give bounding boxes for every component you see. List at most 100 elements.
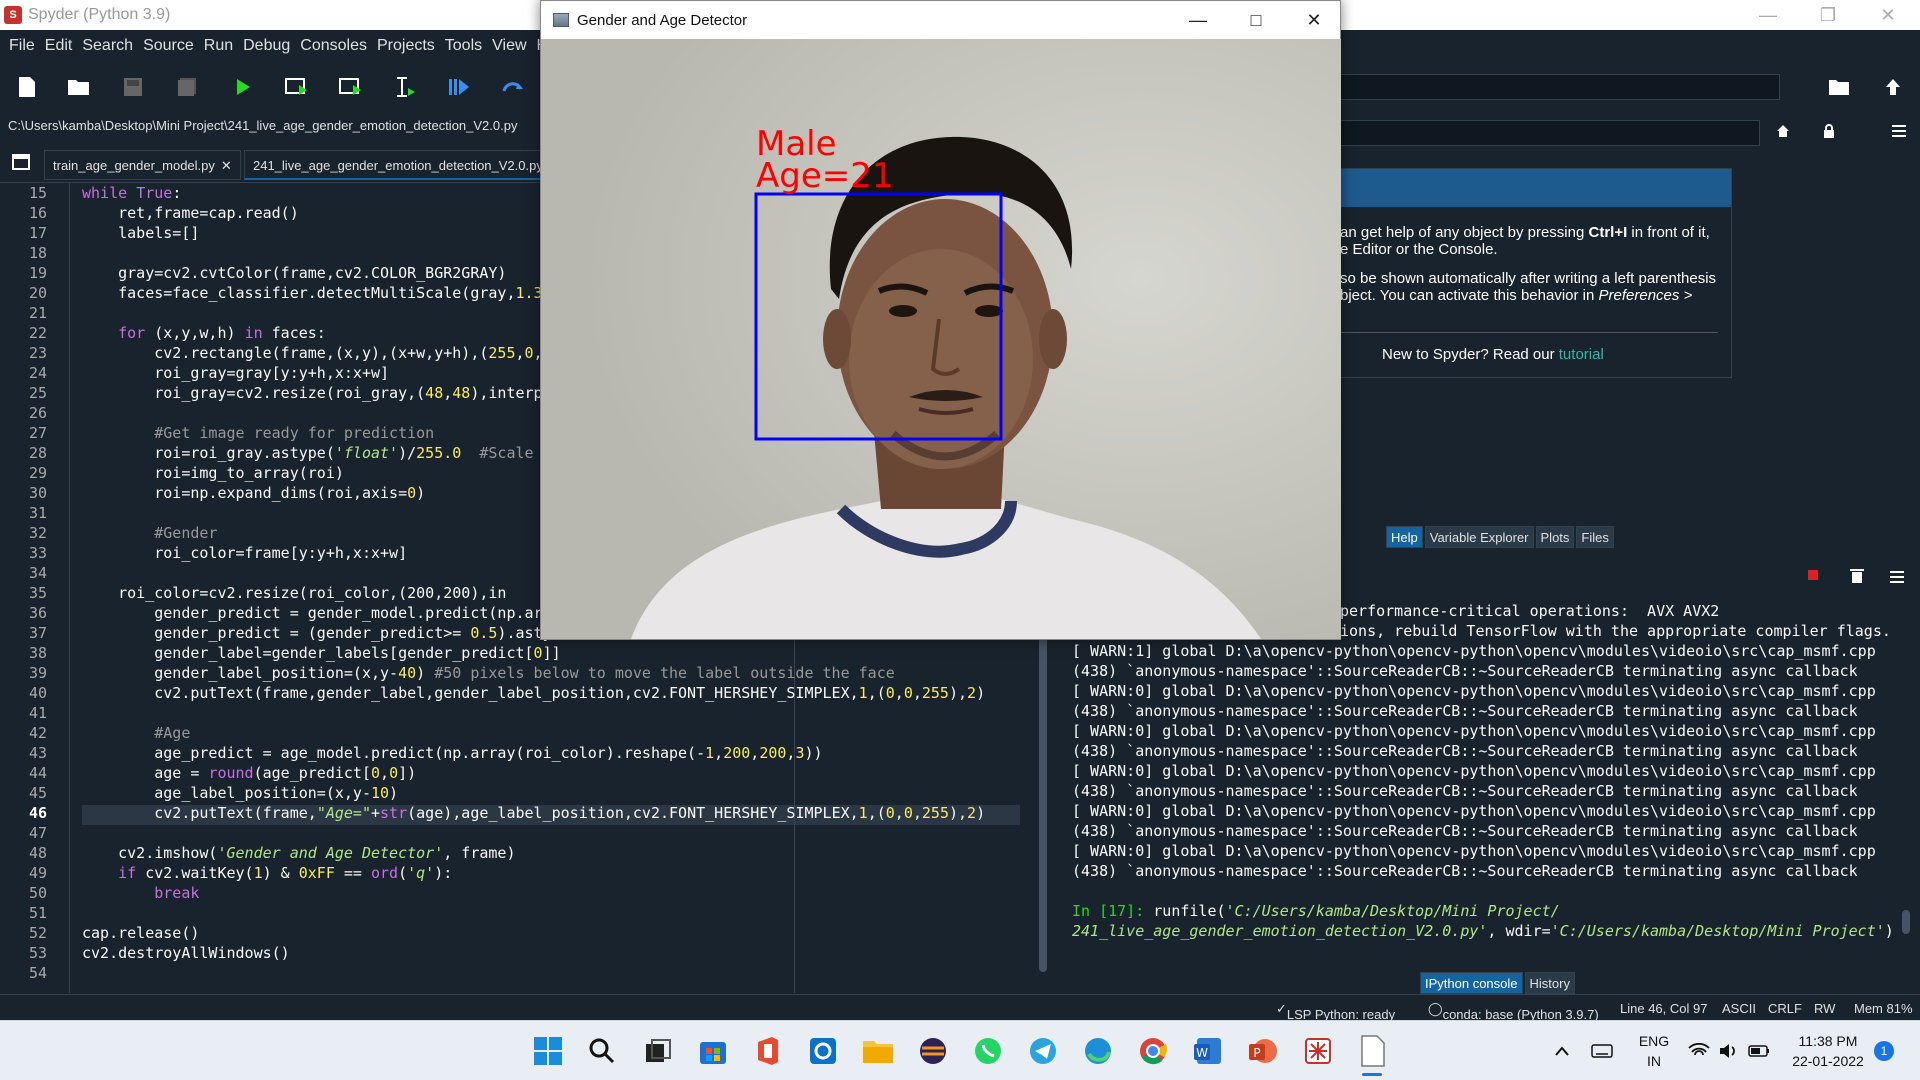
spyder-taskbar-icon[interactable]: [1298, 1031, 1338, 1071]
console-output-line: ions, rebuild TensorFlow with the approp…: [1340, 622, 1891, 640]
run-selection-icon[interactable]: [392, 74, 418, 100]
console-options-menu-icon[interactable]: [1890, 570, 1904, 588]
outlook-icon[interactable]: [803, 1031, 843, 1071]
start-icon[interactable]: [528, 1031, 568, 1071]
chrome-icon[interactable]: [1133, 1031, 1173, 1071]
chevron-up-icon[interactable]: [1550, 1031, 1574, 1071]
stop-kernel-icon[interactable]: [1808, 570, 1818, 580]
menu-edit[interactable]: Edit: [40, 37, 78, 55]
console-output-line: (438) `anonymous-namespace'::SourceReade…: [1072, 862, 1858, 880]
volume-icon[interactable]: [1716, 1031, 1742, 1071]
tutorial-link[interactable]: tutorial: [1559, 346, 1604, 363]
code-line: #Gender: [154, 524, 218, 542]
line-number: 37: [28, 624, 47, 642]
menu-run[interactable]: Run: [199, 37, 238, 55]
menu-consoles[interactable]: Consoles: [295, 37, 372, 55]
run-cell-icon[interactable]: [284, 74, 310, 100]
code-line: for (x,y,w,h) in faces:: [118, 324, 326, 342]
task-view-icon[interactable]: [638, 1031, 678, 1071]
help-options-menu-icon[interactable]: [1886, 118, 1912, 144]
active-app-indicator: [1362, 1073, 1382, 1076]
line-number: 40: [28, 684, 47, 702]
notepad-icon[interactable]: [1353, 1031, 1393, 1071]
tab-train-age-gender-model[interactable]: train_age_gender_model.py ✕: [44, 150, 241, 180]
language-code[interactable]: ENG: [1636, 1033, 1672, 1049]
tab-ipython-console[interactable]: IPython console: [1420, 972, 1523, 994]
tab-live-detection[interactable]: 241_live_age_gender_emotion_detection_V2…: [244, 150, 552, 180]
tab-files[interactable]: Files: [1576, 526, 1614, 548]
menu-projects[interactable]: Projects: [372, 37, 440, 55]
language-region[interactable]: IN: [1636, 1053, 1672, 1069]
menu-file[interactable]: File: [4, 37, 40, 55]
save-icon[interactable]: [120, 74, 146, 100]
word-icon[interactable]: W: [1188, 1031, 1228, 1071]
opencv-window[interactable]: Gender and Age Detector — □ ✕ Male Age=2…: [540, 0, 1341, 640]
cv-maximize-button[interactable]: □: [1227, 1, 1285, 39]
working-directory-input[interactable]: [1340, 74, 1780, 100]
line-number: 39: [28, 664, 47, 682]
help-pane-tabs: Help Variable Explorer Plots Files: [1386, 526, 1616, 548]
code-line: age_predict = age_model.predict(np.array…: [82, 744, 823, 762]
line-number: 19: [28, 264, 47, 282]
minimize-button[interactable]: —: [1740, 0, 1796, 30]
help-divider: [1340, 332, 1718, 333]
whatsapp-icon[interactable]: [968, 1031, 1008, 1071]
keyboard-icon[interactable]: [1588, 1031, 1616, 1071]
eclipse-icon[interactable]: [913, 1031, 953, 1071]
code-line: age_label_position=(x,y-10): [82, 784, 399, 802]
home-icon[interactable]: [1770, 118, 1796, 144]
cv-minimize-button[interactable]: —: [1169, 1, 1227, 39]
close-tab-icon[interactable]: ✕: [221, 158, 232, 173]
save-all-icon[interactable]: [174, 74, 200, 100]
menu-debug[interactable]: Debug: [238, 37, 295, 55]
debug-icon[interactable]: [446, 74, 472, 100]
menu-view[interactable]: View: [487, 37, 531, 55]
edge-icon[interactable]: [1078, 1031, 1118, 1071]
help-source-input[interactable]: [1340, 120, 1760, 146]
menu-source[interactable]: Source: [138, 37, 199, 55]
code-line: #Age: [154, 724, 191, 742]
browse-tabs-icon[interactable]: [12, 154, 32, 172]
battery-icon[interactable]: [1746, 1031, 1772, 1071]
wifi-icon[interactable]: [1686, 1031, 1712, 1071]
menu-tools[interactable]: Tools: [440, 37, 487, 55]
clock-date[interactable]: 22-01-2022: [1784, 1053, 1872, 1069]
close-button[interactable]: ✕: [1860, 0, 1916, 30]
telegram-icon[interactable]: [1023, 1031, 1063, 1071]
console-scrollbar[interactable]: [1900, 600, 1912, 960]
new-file-icon[interactable]: [14, 74, 40, 100]
line-number: 54: [28, 964, 47, 982]
console-output-line: (438) `anonymous-namespace'::SourceReade…: [1072, 782, 1858, 800]
step-icon[interactable]: [500, 74, 526, 100]
trash-icon[interactable]: [1850, 568, 1864, 589]
code-line: gender_label=gender_labels[gender_predic…: [82, 644, 561, 662]
search-icon[interactable]: [582, 1031, 622, 1071]
browse-folder-icon[interactable]: [1826, 74, 1852, 100]
tab-help[interactable]: Help: [1386, 526, 1423, 548]
console-scroll-thumb[interactable]: [1902, 910, 1910, 934]
opencv-window-title: Gender and Age Detector: [577, 11, 748, 29]
run-cell-advance-icon[interactable]: [338, 74, 364, 100]
tab-variable-explorer[interactable]: Variable Explorer: [1424, 526, 1534, 548]
open-file-icon[interactable]: [66, 74, 92, 100]
line-number: 38: [28, 644, 47, 662]
tab-plots[interactable]: Plots: [1535, 526, 1575, 548]
tab-history[interactable]: History: [1524, 972, 1575, 994]
notification-badge[interactable]: 1: [1874, 1041, 1894, 1061]
office-icon[interactable]: [748, 1031, 788, 1071]
microsoft-store-icon[interactable]: [693, 1031, 733, 1071]
line-number: 24: [28, 364, 47, 382]
svg-text:P: P: [1253, 1046, 1260, 1060]
maximize-button[interactable]: ❐: [1800, 0, 1856, 30]
powerpoint-icon[interactable]: P: [1243, 1031, 1283, 1071]
clock-time[interactable]: 11:38 PM: [1788, 1033, 1868, 1049]
parent-directory-icon[interactable]: [1880, 74, 1906, 100]
file-explorer-icon[interactable]: [858, 1031, 898, 1071]
menu-search[interactable]: Search: [77, 37, 138, 55]
lock-icon[interactable]: [1816, 118, 1842, 144]
cv-close-button[interactable]: ✕: [1285, 1, 1343, 39]
line-number: 26: [28, 404, 47, 422]
lsp-status: ✓ LSP Python: ready: [1276, 1001, 1396, 1022]
line-number: 47: [28, 824, 47, 842]
run-icon[interactable]: [230, 74, 256, 100]
